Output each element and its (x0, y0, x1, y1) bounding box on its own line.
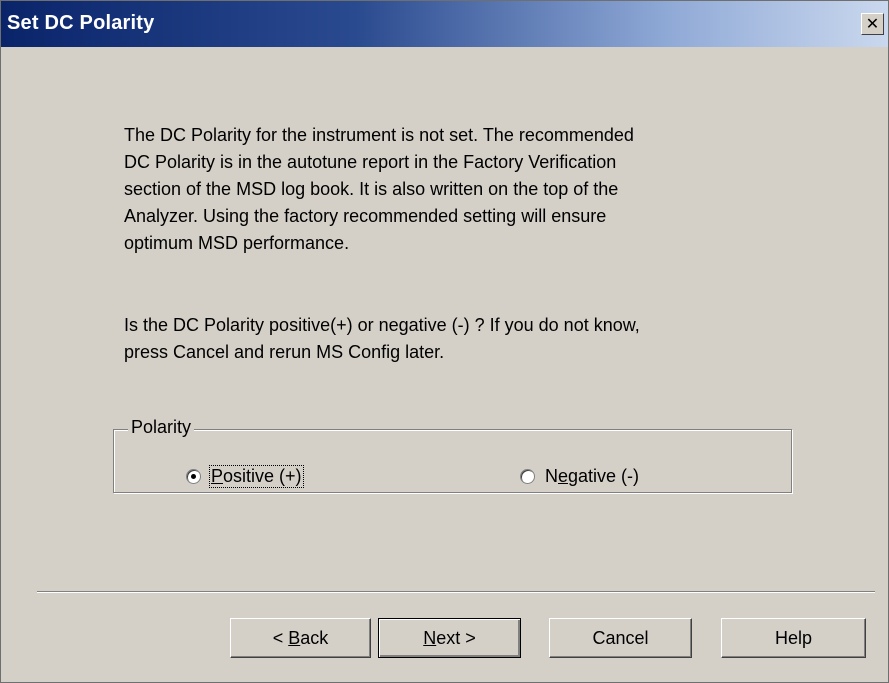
question-paragraph: Is the DC Polarity positive(+) or negati… (124, 312, 764, 366)
instruction-line: Analyzer. Using the factory recommended … (124, 206, 607, 226)
back-button[interactable]: < Back (230, 618, 371, 658)
window-title: Set DC Polarity (7, 12, 155, 34)
title-bar[interactable]: Set DC Polarity ✕ (1, 1, 888, 47)
positive-radio[interactable]: Positive (+) (186, 465, 304, 488)
close-icon: ✕ (865, 14, 880, 33)
polarity-group-label: Polarity (128, 417, 195, 438)
polarity-groupbox: Polarity Positive (+) Negative (-) (113, 417, 792, 493)
instruction-line: optimum MSD performance. (124, 233, 350, 253)
negative-radio[interactable]: Negative (-) (520, 466, 640, 487)
button-separator (37, 591, 875, 593)
instruction-paragraph: The DC Polarity for the instrument is no… (124, 122, 764, 257)
instruction-line: section of the MSD log book. It is also … (124, 179, 619, 199)
question-line: press Cancel and rerun MS Config later. (124, 342, 445, 362)
question-line: Is the DC Polarity positive(+) or negati… (124, 315, 640, 335)
instruction-line: DC Polarity is in the autotune report in… (124, 152, 617, 172)
dialog-window: Set DC Polarity ✕ The DC Polarity for th… (0, 0, 889, 683)
positive-radio-label[interactable]: Positive (+) (209, 465, 304, 488)
cancel-button[interactable]: Cancel (549, 618, 692, 658)
radio-selected-icon[interactable] (186, 469, 201, 484)
help-button[interactable]: Help (721, 618, 866, 658)
close-button[interactable]: ✕ (861, 13, 884, 35)
next-button[interactable]: Next > (378, 618, 521, 658)
negative-radio-label[interactable]: Negative (-) (544, 466, 640, 487)
radio-unselected-icon[interactable] (520, 469, 535, 484)
instruction-line: The DC Polarity for the instrument is no… (124, 125, 634, 145)
